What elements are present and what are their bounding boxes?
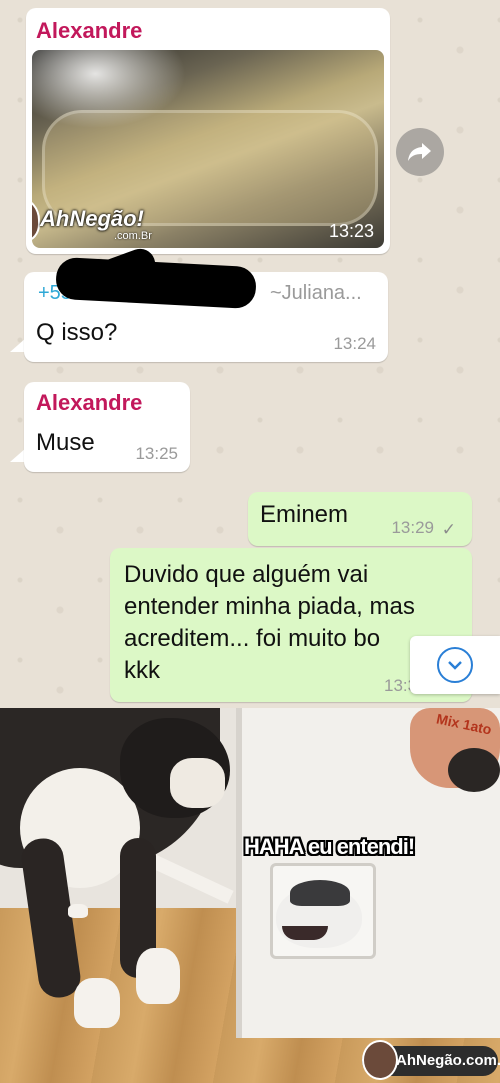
chat-area[interactable]: Alexandre AhNegão! .com.Br 13:23 +55 61 … <box>0 0 500 708</box>
message-time: 13:23 <box>328 221 374 241</box>
message-line: kkk <box>124 657 160 684</box>
message-text: Q isso? <box>36 319 118 346</box>
site-badge: AhNegão.com.br <box>362 1040 500 1080</box>
great-dane-paw <box>74 978 120 1028</box>
message-text: Eminem <box>260 501 349 528</box>
photo-thumbnail[interactable]: AhNegão! .com.Br 13:23 <box>32 50 384 248</box>
site-name: AhNegão.com.br <box>396 1052 500 1069</box>
message-text: Muse <box>36 429 95 456</box>
husky-mouth <box>282 926 328 940</box>
outgoing-message[interactable]: Eminem 13:29 ✓ <box>248 492 472 546</box>
meme-bag-shadow <box>448 748 500 792</box>
sender-name[interactable]: Alexandre <box>36 18 142 44</box>
message-line: Duvido que alguém vai <box>124 561 369 588</box>
watermark: AhNegão! .com.Br <box>32 188 162 248</box>
chevron-down-icon <box>437 647 473 683</box>
message-line: entender minha piada, mas <box>124 593 415 620</box>
message-time: 13:29 <box>391 518 434 537</box>
great-dane-muzzle <box>170 758 225 808</box>
husky-head-top <box>290 880 350 906</box>
message-time: 13:24 <box>333 334 376 353</box>
mascot-face-icon <box>32 198 40 242</box>
sent-check-icon: ✓ <box>441 520 456 539</box>
great-dane-paw <box>136 948 180 1004</box>
great-dane-paw <box>68 904 88 918</box>
watermark-domain: .com.Br <box>114 230 152 242</box>
redaction-scribble <box>210 270 254 302</box>
image-message[interactable]: Alexandre AhNegão! .com.Br 13:23 <box>26 8 390 254</box>
scroll-to-bottom-button[interactable] <box>410 636 500 694</box>
forward-arrow-icon <box>408 143 431 161</box>
mascot-face-icon <box>362 1040 398 1080</box>
message-time: 13:25 <box>135 444 178 463</box>
sender-name: ~Juliana... <box>270 282 362 304</box>
meme-caption: HAHA eu entendi! <box>244 834 415 859</box>
sender-name[interactable]: Alexandre <box>36 390 142 416</box>
forward-button[interactable] <box>396 128 444 176</box>
meme-photo: Mix 1ato HAHA eu entendi! AhNegão.com.br <box>0 708 500 1083</box>
message-line: acreditem... foi muito bo <box>124 625 381 652</box>
message-bubble[interactable]: Alexandre Muse 13:25 <box>24 382 190 472</box>
watermark-brand: AhNegão! <box>40 206 144 231</box>
